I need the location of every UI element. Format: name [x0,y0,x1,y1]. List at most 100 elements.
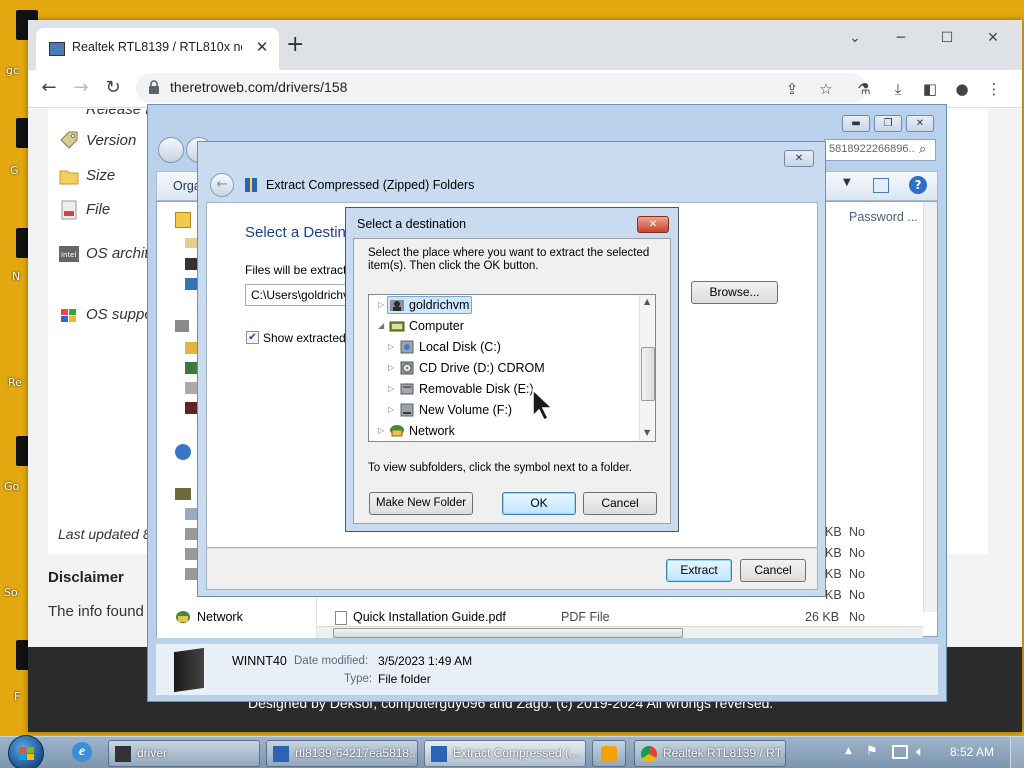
vertical-scrollbar[interactable] [923,202,937,612]
address-bar[interactable]: theretroweb.com/drivers/158 [136,73,866,103]
drive-icon[interactable] [185,548,197,560]
taskbar-item-zip[interactable]: rtl8139-64217ea5818... [266,740,418,767]
flag-icon[interactable]: ⚑ [866,744,878,759]
internet-explorer-icon[interactable]: e [72,742,92,762]
network-status-icon[interactable] [892,745,908,759]
cancel-button[interactable]: Cancel [583,492,657,515]
taskbar-item-label: rtl8139-64217ea5818... [295,746,418,760]
dialog-instruction: Select the place where you want to extra… [368,247,650,272]
tree-scrollbar[interactable]: ▲ ▼ [639,295,655,441]
minimize-button[interactable]: ─ [891,28,911,48]
expand-arrow-icon[interactable]: ▷ [378,295,386,315]
browser-tab[interactable]: Realtek RTL8139 / RTL810x netw ✕ [36,28,279,70]
restore-button[interactable]: ❐ [874,115,902,132]
destination-path-input[interactable]: C:\Users\goldrichv [245,284,347,306]
close-window-button[interactable]: ✕ [983,28,1003,48]
nav-network[interactable]: Network [197,610,243,624]
homegroup-icon[interactable] [175,444,191,460]
show-hidden-icons[interactable]: ▲ [845,746,852,756]
file-icon [61,200,77,220]
share-icon[interactable]: ⇪ [782,79,802,99]
scroll-up-icon[interactable]: ▲ [644,297,650,306]
forward-icon[interactable]: → [68,75,94,101]
download-icon[interactable]: ⤓ [888,79,908,99]
taskbar-item-label: Extract Compressed (... [453,746,580,760]
file-password: No [849,567,865,581]
drive-icon[interactable] [185,528,197,540]
expand-arrow-icon[interactable]: ▷ [388,358,396,378]
tree-label: Local Disk (C:) [419,340,501,354]
tab-search-icon[interactable]: ⌄ [845,28,865,48]
folder-tree[interactable]: ▷ goldrichvm ◢ Computer ▷ Local Disk (C:… [368,294,656,442]
volume-muted-icon[interactable]: 🔈︎ [916,744,924,760]
search-box[interactable]: 5818922266896... ⌕ [824,139,936,161]
tag-icon [60,131,78,149]
scrollbar-thumb[interactable] [641,347,655,401]
nav-item-icon[interactable] [185,382,197,394]
files-extracted-label: Files will be extracte [245,263,354,277]
help-icon[interactable]: ? [909,176,927,194]
expand-arrow-icon[interactable]: ▷ [388,337,396,357]
browse-button[interactable]: Browse... [691,281,778,304]
profile-avatar-icon[interactable]: ● [952,79,972,99]
close-tab-icon[interactable]: ✕ [252,37,272,57]
back-icon[interactable] [158,137,184,163]
new-tab-button[interactable]: + [286,34,304,56]
removable-disk-icon [400,383,414,395]
show-extracted-checkbox[interactable]: ✔ [246,331,259,344]
show-extracted-label: Show extracted f [263,331,353,345]
search-icon: ⌕ [919,142,927,157]
reload-icon[interactable]: ↻ [100,75,126,101]
expand-arrow-icon[interactable]: ▷ [378,421,386,441]
drive-icon[interactable] [185,568,197,580]
make-new-folder-button[interactable]: Make New Folder [369,492,473,515]
libraries-icon[interactable] [175,320,189,332]
nav-item-icon[interactable] [185,402,197,414]
expand-arrow-icon[interactable]: ▷ [388,400,396,420]
ok-button[interactable]: OK [502,492,576,515]
tree-label: Computer [409,319,464,333]
start-button[interactable] [8,735,44,768]
close-dialog-button[interactable]: ✕ [637,216,669,233]
minimize-button[interactable]: ▬ [842,115,870,132]
views-dropdown-icon[interactable]: ▼ [843,177,851,188]
details-modified: 3/5/2023 1:49 AM [378,654,473,668]
clock[interactable]: 8:52 AM [950,745,994,759]
drive-icon[interactable] [185,508,197,520]
labs-flask-icon[interactable]: ⚗ [854,79,874,99]
taskbar-item-media[interactable] [592,740,626,767]
scrollbar-thumb[interactable] [333,628,683,638]
taskbar-item-chrome[interactable]: Realtek RTL8139 / RT... [634,740,786,767]
preview-pane-icon[interactable] [873,178,889,193]
collapse-arrow-icon[interactable]: ◢ [378,316,386,336]
back-arrow-icon[interactable]: ← [210,173,234,197]
show-desktop-button[interactable] [1010,737,1024,768]
horizontal-scrollbar[interactable] [317,626,923,638]
nav-item-icon[interactable] [185,258,197,270]
nav-folder-icon[interactable] [185,238,197,248]
favorites-star-icon[interactable] [175,212,191,228]
nav-item-icon[interactable] [185,342,197,354]
side-panel-icon[interactable]: ◧ [920,79,940,99]
windows-icon [61,309,76,322]
file-size: 26 KB [805,610,840,624]
nav-item-icon[interactable] [185,278,197,290]
close-window-button[interactable]: ✕ [906,115,934,132]
bookmark-star-icon[interactable]: ☆ [816,79,836,99]
media-player-icon [601,746,617,762]
column-header-password[interactable]: Password ... [849,210,918,224]
extract-button[interactable]: Extract [666,559,732,582]
scroll-down-icon[interactable]: ▼ [644,428,650,437]
maximize-button[interactable]: ☐ [937,28,957,48]
nav-item-icon[interactable] [185,362,197,374]
tree-hint: To view subfolders, click the symbol nex… [368,462,632,474]
expand-arrow-icon[interactable]: ▷ [388,379,396,399]
computer-icon[interactable] [175,488,191,500]
close-dialog-button[interactable]: ✕ [784,150,814,167]
menu-kebab-icon[interactable]: ⋮ [984,79,1004,99]
taskbar-item-extract[interactable]: Extract Compressed (... [424,740,586,767]
zip-folder-icon [273,746,289,762]
cancel-button[interactable]: Cancel [740,559,806,582]
taskbar-item-driver[interactable]: driver [108,740,260,767]
back-icon[interactable]: ← [36,75,62,101]
